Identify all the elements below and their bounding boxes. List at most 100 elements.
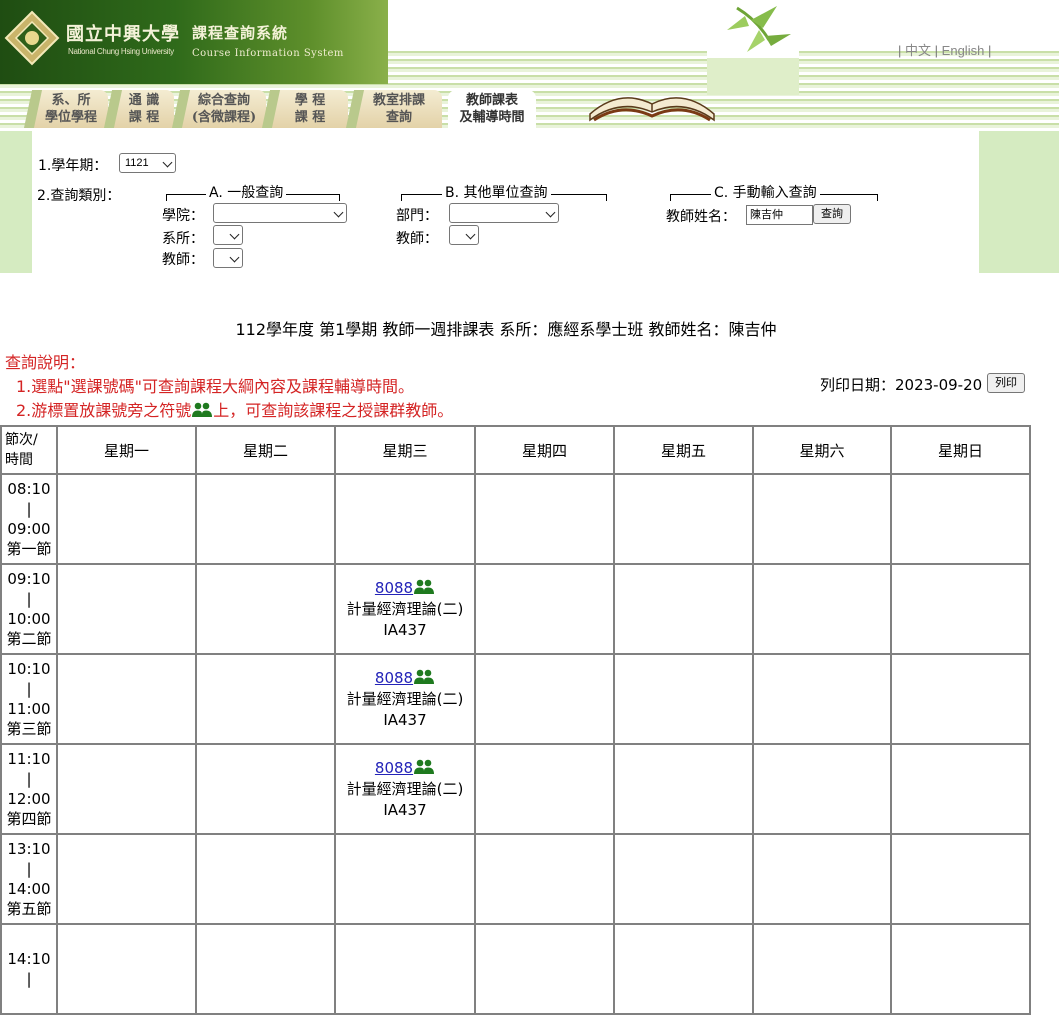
- site-header: 國立中興大學 National Chung Hsing University 課…: [0, 0, 1059, 131]
- course-code-link[interactable]: 8088: [375, 759, 413, 777]
- period-name: 第四節: [6, 810, 52, 828]
- note-line-2-after: 上，可查詢該課程之授課群教師。: [213, 401, 454, 420]
- empty-cell: [195, 923, 336, 1015]
- school-name: 國立中興大學: [66, 24, 180, 45]
- chevron-down-icon: [333, 207, 344, 218]
- chevron-down-icon: [465, 229, 476, 240]
- tab-label-line2: (含微課程): [191, 110, 257, 125]
- teacher-name-input[interactable]: 陳吉仲: [746, 205, 813, 225]
- day-header-sunday: 星期日: [890, 425, 1031, 475]
- college-select[interactable]: [213, 203, 347, 223]
- tab-label-line1: 教師課表: [465, 93, 518, 108]
- timetable-row: 14:10 |: [0, 923, 1031, 1015]
- period-end-time: 14:00: [7, 880, 51, 898]
- empty-cell: [890, 833, 1031, 925]
- department-select[interactable]: [213, 225, 243, 245]
- tab-general-education[interactable]: 通 識 課 程: [103, 90, 174, 128]
- university-emblem-icon: [4, 10, 60, 66]
- semester-select[interactable]: 1121: [119, 153, 176, 173]
- corner-line-1: 節次/: [5, 432, 38, 448]
- teacher-select-a[interactable]: [213, 248, 243, 268]
- corner-line-2: 時間: [5, 452, 33, 468]
- empty-cell: [195, 833, 336, 925]
- teacher-label-b: 教師：: [396, 231, 438, 247]
- empty-cell: [334, 473, 476, 565]
- period-time-cell: 09:10 | 10:00 第二節: [0, 563, 58, 655]
- period-end-time: 11:00: [7, 700, 51, 718]
- empty-cell: [890, 743, 1031, 835]
- course-cell: 8088 計量經濟理論(二) IA437: [334, 743, 476, 835]
- day-header-friday: 星期五: [613, 425, 754, 475]
- language-switcher: | 中文 | English |: [898, 40, 991, 59]
- empty-cell: [890, 473, 1031, 565]
- tab-combined-search[interactable]: 綜合查詢 (含微課程): [171, 90, 266, 128]
- day-header-wednesday: 星期三: [334, 425, 476, 475]
- group-b-title: B. 其他單位查詢: [442, 185, 551, 201]
- empty-cell: [56, 473, 197, 565]
- period-time-cell: 08:10 | 09:00 第一節: [0, 473, 58, 565]
- time-separator: |: [26, 680, 32, 698]
- empty-cell: [613, 923, 754, 1015]
- search-button[interactable]: 查詢: [813, 204, 851, 224]
- empty-cell: [752, 743, 892, 835]
- print-button[interactable]: 列印: [987, 373, 1025, 393]
- tab-label-line2: 學位學程: [44, 110, 97, 125]
- tab-label-line1: 系、所: [51, 93, 91, 108]
- empty-cell: [56, 563, 197, 655]
- course-code-link[interactable]: 8088: [375, 669, 413, 687]
- empty-cell: [334, 923, 476, 1015]
- tab-program-courses[interactable]: 學 程 課 程: [261, 90, 348, 128]
- lang-english-link[interactable]: English: [942, 43, 985, 58]
- empty-cell: [752, 923, 892, 1015]
- empty-cell: [56, 743, 197, 835]
- course-code-link[interactable]: 8088: [375, 579, 413, 597]
- timetable-header-row: 節次/時間 星期一 星期二 星期三 星期四 星期五 星期六 星期日: [0, 425, 1031, 475]
- lang-chinese-link[interactable]: 中文: [905, 43, 931, 58]
- people-icon[interactable]: [413, 579, 435, 595]
- chevron-down-icon: [229, 252, 240, 263]
- unit-select[interactable]: [449, 203, 559, 223]
- empty-cell: [890, 923, 1031, 1015]
- unit-label: 部門：: [396, 208, 438, 224]
- group-a-title: A. 一般查詢: [206, 185, 287, 201]
- tab-classroom-schedule[interactable]: 教室排課 查詢: [345, 90, 442, 128]
- lang-separator: |: [987, 43, 992, 58]
- group-c-title: C. 手動輸入查詢: [711, 185, 820, 201]
- people-icon[interactable]: [413, 669, 435, 685]
- day-header-tuesday: 星期二: [195, 425, 336, 475]
- timetable-body: 08:10 | 09:00 第一節 09:10 | 10:00 第二節 8088 計量經濟理論(二…: [0, 473, 1031, 1015]
- period-start-time: 11:10: [7, 750, 51, 768]
- tab-label-line2: 及輔導時間: [459, 110, 525, 125]
- timetable-row: 09:10 | 10:00 第二節 8088 計量經濟理論(二) IA437: [0, 563, 1031, 655]
- tab-label-line1: 學 程: [294, 93, 326, 108]
- period-time-cell: 13:10 | 14:00 第五節: [0, 833, 58, 925]
- period-time-cell: 11:10 | 12:00 第四節: [0, 743, 58, 835]
- query-type-label: 2.查詢類別：: [37, 188, 121, 204]
- period-end-time: 12:00: [7, 790, 51, 808]
- empty-cell: [474, 743, 615, 835]
- empty-cell: [613, 563, 754, 655]
- print-date: 列印日期：2023-09-20: [820, 376, 983, 394]
- time-separator: |: [26, 970, 32, 988]
- empty-cell: [890, 563, 1031, 655]
- site-logo[interactable]: 國立中興大學 National Chung Hsing University 課…: [0, 0, 388, 84]
- lang-separator: |: [934, 43, 939, 58]
- empty-cell: [56, 653, 197, 745]
- tab-department-programs[interactable]: 系、所 學位學程: [23, 90, 108, 128]
- schedule-title: 112學年度 第1學期 教師一週排課表 系所：應經系學士班 教師姓名：陳吉仲: [235, 320, 777, 339]
- timetable-row: 13:10 | 14:00 第五節: [0, 833, 1031, 925]
- period-time-cell: 10:10 | 11:00 第三節: [0, 653, 58, 745]
- bamboo-decoration-icon: [707, 0, 799, 95]
- course-name: 計量經濟理論(二): [346, 779, 464, 798]
- course-cell: 8088 計量經濟理論(二) IA437: [334, 563, 476, 655]
- note-line-2-before: 2.游標置放課號旁之符號: [16, 401, 192, 420]
- tab-teacher-schedule[interactable]: 教師課表 及輔導時間: [448, 90, 536, 128]
- teacher-select-b[interactable]: [449, 225, 479, 245]
- teacher-name-label: 教師姓名：: [666, 209, 736, 225]
- semester-label: 1.學年期：: [38, 158, 108, 174]
- period-time-cell: 14:10 |: [0, 923, 58, 1015]
- timetable: 節次/時間 星期一 星期二 星期三 星期四 星期五 星期六 星期日 08:10 |…: [0, 425, 1031, 1015]
- time-separator: |: [26, 590, 32, 608]
- tab-label-line2: 查詢: [385, 110, 412, 125]
- people-icon[interactable]: [413, 759, 435, 775]
